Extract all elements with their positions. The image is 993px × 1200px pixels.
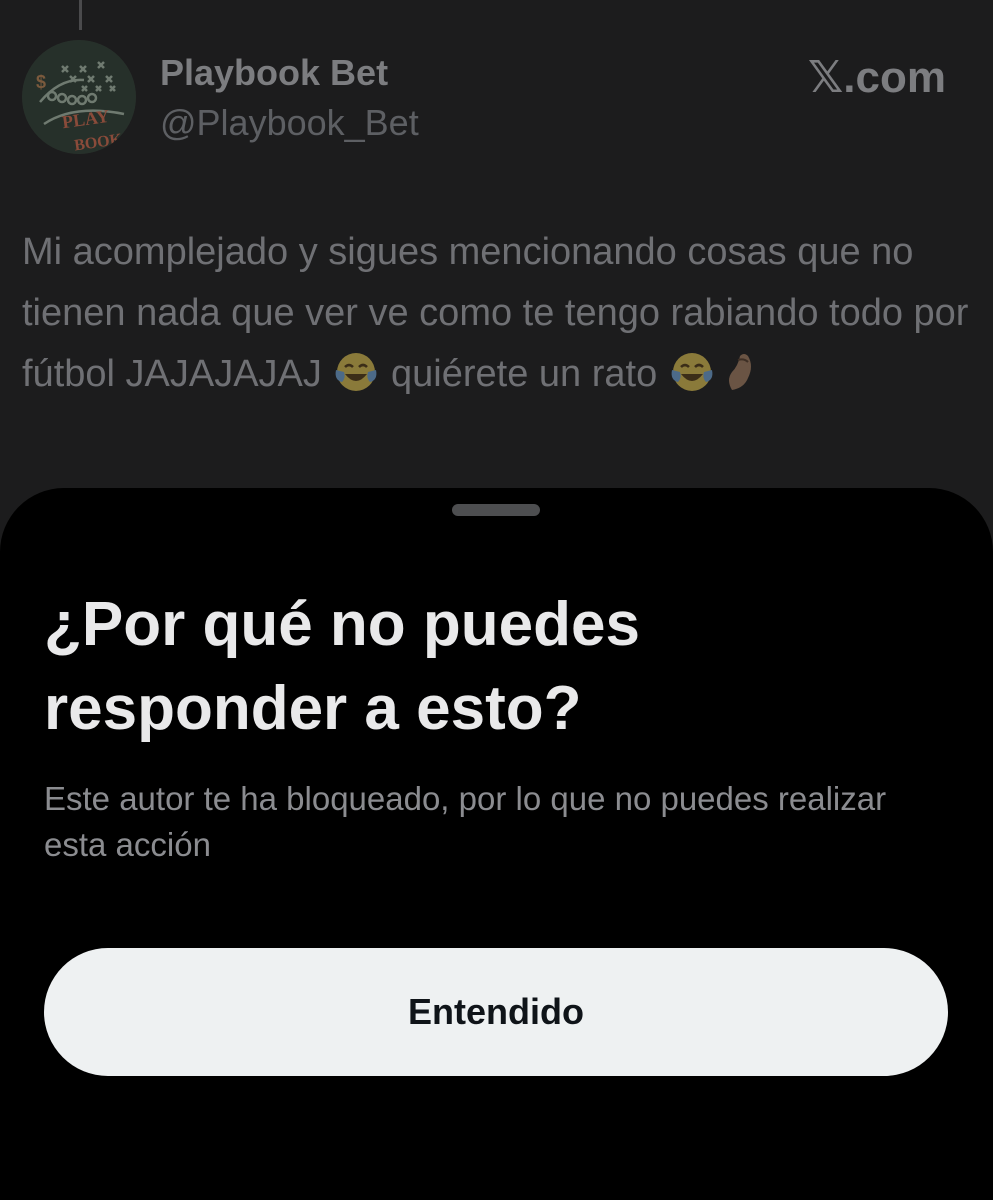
thread-connector-line: [79, 0, 82, 30]
face-with-tears-of-joy-icon: [671, 353, 713, 391]
got-it-button[interactable]: Entendido: [44, 948, 948, 1076]
avatar[interactable]: $ PLAY BOOK: [22, 40, 136, 154]
pinched-fingers-icon: [728, 354, 751, 390]
sheet-drag-handle[interactable]: [452, 504, 540, 516]
playbook-logo-icon: $ PLAY BOOK: [22, 40, 136, 154]
tweet-header: $ PLAY BOOK Playbook Bet @Playbook_Bet 𝕏…: [22, 40, 972, 160]
face-with-tears-of-joy-icon: [336, 353, 377, 391]
screen: $ PLAY BOOK Playbook Bet @Playbook_Bet 𝕏…: [0, 0, 993, 1200]
author-handle[interactable]: @Playbook_Bet: [160, 102, 419, 144]
author-name[interactable]: Playbook Bet: [160, 52, 388, 94]
tweet-text: Mi acomplejado y sigues mencionando cosa…: [22, 222, 972, 405]
svg-text:$: $: [36, 72, 46, 92]
sheet-title: ¿Por qué no puedes responder a esto?: [44, 590, 640, 743]
x-logo-source-label: 𝕏.com: [807, 53, 946, 102]
tweet-text-part2: quiérete un rato: [380, 353, 668, 395]
sheet-description: Este autor te ha bloqueado, por lo que n…: [44, 780, 887, 863]
bottom-sheet: ¿Por qué no puedes responder a esto? Est…: [0, 488, 993, 1200]
